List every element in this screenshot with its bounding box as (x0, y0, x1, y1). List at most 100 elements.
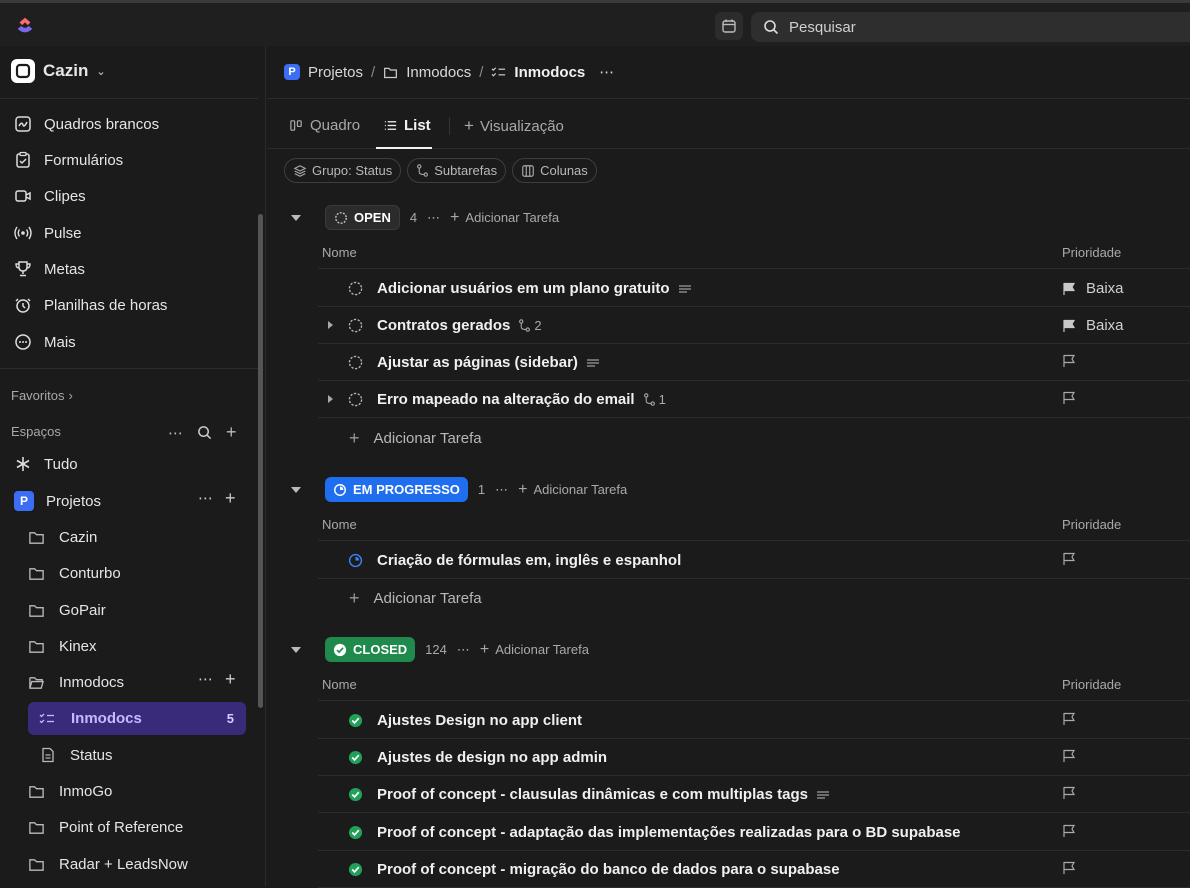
nav-item-pulse[interactable]: Pulse (14, 221, 82, 245)
priority-cell[interactable] (1062, 824, 1076, 838)
task-row[interactable]: Contratos gerados 2 Baixa (318, 307, 1190, 344)
breadcrumb-folder[interactable]: Inmodocs (406, 64, 471, 81)
search-icon[interactable] (197, 425, 212, 440)
calendar-button[interactable] (715, 12, 743, 40)
add-task-row[interactable]: + Adicionar Tarefa (318, 580, 1190, 617)
subtask-count[interactable]: 1 (643, 392, 666, 407)
collapse-caret-icon[interactable] (291, 646, 301, 653)
nav-item-more[interactable]: Mais (14, 330, 76, 354)
workspace-switcher[interactable]: Cazin ⌄ (11, 59, 106, 83)
add-icon[interactable]: + (225, 489, 236, 507)
status-open-icon[interactable] (348, 392, 363, 407)
breadcrumb-list[interactable]: Inmodocs (514, 64, 585, 81)
task-row[interactable]: Erro mapeado na alteração do email 1 (318, 381, 1190, 418)
expand-subtasks-icon[interactable] (328, 395, 333, 403)
status-pill[interactable]: OPEN (325, 205, 400, 230)
tab-board[interactable]: Quadro (289, 117, 360, 134)
status-closed-icon[interactable] (348, 862, 363, 877)
priority-cell[interactable] (1062, 712, 1076, 726)
task-row[interactable]: Ajustar as páginas (sidebar) (318, 344, 1190, 381)
more-options-icon[interactable]: ⋯ (198, 489, 213, 507)
add-icon[interactable]: + (226, 422, 237, 443)
status-open-icon[interactable] (348, 355, 363, 370)
space-projetos[interactable]: P Projetos (14, 489, 101, 513)
task-name: Adicionar usuários em um plano gratuito (377, 280, 670, 297)
nav-item-goals[interactable]: Metas (14, 257, 85, 281)
nav-item-whiteboards[interactable]: Quadros brancos (14, 112, 159, 136)
breadcrumb-space[interactable]: Projetos (308, 64, 363, 81)
status-closed-icon[interactable] (348, 713, 363, 728)
space-all[interactable]: Tudo (14, 452, 78, 476)
columns-chip[interactable]: Colunas (512, 158, 597, 183)
add-task-inline[interactable]: + Adicionar Tarefa (450, 209, 559, 227)
more-options-icon[interactable]: ⋯ (168, 424, 183, 442)
subtask-count[interactable]: 2 (518, 318, 542, 333)
expand-subtasks-icon[interactable] (328, 321, 333, 329)
add-task-inline[interactable]: + Adicionar Tarefa (518, 481, 627, 499)
add-view-button[interactable]: + Visualização (449, 116, 564, 135)
status-open-icon[interactable] (348, 281, 363, 296)
more-options-icon[interactable]: ⋯ (457, 642, 470, 658)
status-in-progress-icon[interactable] (348, 553, 363, 568)
priority-cell[interactable]: Baixa (1062, 280, 1124, 297)
folder-item-open[interactable]: Inmodocs (28, 670, 124, 694)
clickup-logo-icon[interactable] (14, 15, 36, 37)
folder-item[interactable]: Kinex (28, 634, 97, 658)
folder-item[interactable]: InmoGo (28, 779, 112, 803)
status-closed-icon[interactable] (348, 750, 363, 765)
task-row[interactable]: Ajustes Design no app client (318, 702, 1190, 739)
tab-list[interactable]: List (383, 117, 431, 134)
priority-cell[interactable] (1062, 861, 1076, 875)
column-name[interactable]: Nome (322, 245, 357, 260)
more-options-icon[interactable]: ⋯ (198, 670, 213, 688)
checklist-icon (491, 66, 506, 77)
column-priority[interactable]: Prioridade (1062, 677, 1121, 692)
list-item-active[interactable]: Inmodocs 5 (28, 702, 246, 735)
status-pill[interactable]: CLOSED (325, 637, 416, 662)
doc-item[interactable]: Status (40, 743, 113, 767)
task-row[interactable]: Proof of concept - adaptação das impleme… (318, 814, 1190, 851)
nav-item-forms[interactable]: Formulários (14, 148, 123, 172)
nav-item-clips[interactable]: Clipes (14, 184, 86, 208)
collapse-caret-icon[interactable] (291, 214, 301, 221)
collapse-caret-icon[interactable] (291, 486, 301, 493)
favorites-header[interactable]: Favoritos › (11, 388, 73, 403)
status-pill[interactable]: EM PROGRESSO (325, 477, 468, 502)
status-closed-icon[interactable] (348, 825, 363, 840)
priority-cell[interactable] (1062, 786, 1076, 800)
subtasks-chip[interactable]: Subtarefas (407, 158, 507, 183)
folder-label: Inmodocs (59, 673, 125, 691)
more-options-icon[interactable]: ⋯ (599, 63, 614, 81)
task-row[interactable]: Adicionar usuários em um plano gratuito … (318, 270, 1190, 307)
group-by-chip[interactable]: Grupo: Status (284, 158, 402, 183)
folder-item[interactable]: Radar + LeadsNow (28, 852, 188, 876)
add-task-row[interactable]: + Adicionar Tarefa (318, 420, 1190, 457)
search-input[interactable]: Pesquisar (751, 12, 1190, 42)
priority-cell[interactable] (1062, 391, 1076, 405)
column-name[interactable]: Nome (322, 517, 357, 532)
task-row[interactable]: Criação de fórmulas em, inglês e espanho… (318, 542, 1190, 579)
add-icon[interactable]: + (225, 670, 236, 688)
nav-item-timesheets[interactable]: Planilhas de horas (14, 293, 167, 317)
column-priority[interactable]: Prioridade (1062, 517, 1121, 532)
folder-item[interactable]: Point of Reference (28, 815, 183, 839)
task-row[interactable]: Proof of concept - clausulas dinâmicas e… (318, 776, 1190, 813)
add-task-inline[interactable]: + Adicionar Tarefa (480, 641, 589, 659)
group-header-in-progress: EM PROGRESSO 1 ⋯ + Adicionar Tarefa (291, 477, 627, 502)
status-open-icon[interactable] (348, 318, 363, 333)
folder-item[interactable]: Conturbo (28, 561, 121, 585)
priority-cell[interactable] (1062, 552, 1076, 566)
status-closed-icon[interactable] (348, 787, 363, 802)
folder-item[interactable]: GoPair (28, 598, 106, 622)
more-options-icon[interactable]: ⋯ (495, 482, 508, 498)
more-options-icon[interactable]: ⋯ (427, 210, 440, 226)
priority-cell[interactable] (1062, 354, 1076, 368)
task-row[interactable]: Ajustes de design no app admin (318, 739, 1190, 776)
folder-item[interactable]: Cazin (28, 525, 97, 549)
priority-cell[interactable] (1062, 749, 1076, 763)
task-row[interactable]: Proof of concept - migração do banco de … (318, 851, 1190, 888)
column-priority[interactable]: Prioridade (1062, 245, 1121, 260)
priority-cell[interactable]: Baixa (1062, 317, 1124, 334)
sidebar-scrollbar[interactable] (258, 214, 263, 708)
column-name[interactable]: Nome (322, 677, 357, 692)
